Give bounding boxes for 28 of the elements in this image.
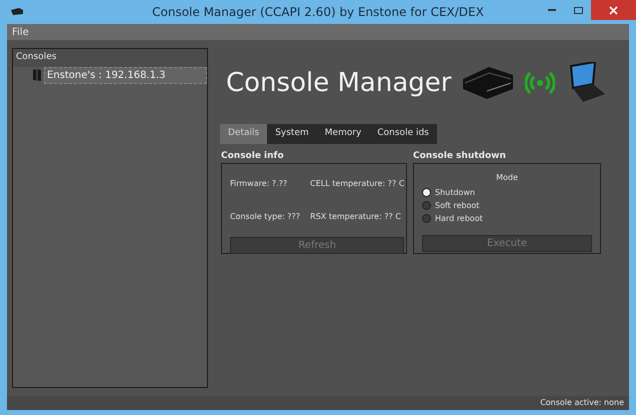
radio-button[interactable]: [422, 201, 431, 210]
radio-label: Shutdown: [435, 186, 475, 198]
panel-header: Consoles: [13, 49, 207, 66]
tab[interactable]: Console ids: [369, 124, 437, 144]
radio-button[interactable]: [422, 188, 431, 197]
status-text: Console active: none: [540, 397, 624, 409]
info-label: Console type: ???: [230, 211, 300, 223]
tab[interactable]: System: [267, 124, 317, 144]
info-label: CELL temperature: ?? C: [310, 178, 404, 190]
close-button[interactable]: [591, 0, 636, 20]
close-icon: [609, 6, 618, 14]
info-label: RSX temperature: ?? C: [310, 211, 402, 223]
console-item[interactable]: Enstone's : 192.168.1.3: [44, 66, 207, 84]
info-label: Firmware: ?.??: [230, 178, 288, 190]
mode-label: Mode: [496, 172, 518, 184]
tab[interactable]: Memory: [316, 124, 370, 144]
console-drawing: [461, 65, 516, 101]
console-icon: [33, 69, 41, 81]
banner-title: Console Manager: [226, 66, 452, 100]
radio-label: Soft reboot: [435, 200, 480, 212]
group-title: Console shutdown: [413, 150, 507, 162]
tab[interactable]: Details: [220, 124, 268, 144]
menu-item[interactable]: File: [12, 24, 29, 40]
window-title: Console Manager (CCAPI 2.60) by Enstone for CEX/DEX: [152, 4, 484, 21]
radio-label: Hard reboot: [435, 212, 483, 224]
group-title: Console info: [221, 150, 285, 162]
console-icon: [10, 8, 24, 15]
radio-button[interactable]: [422, 214, 431, 223]
